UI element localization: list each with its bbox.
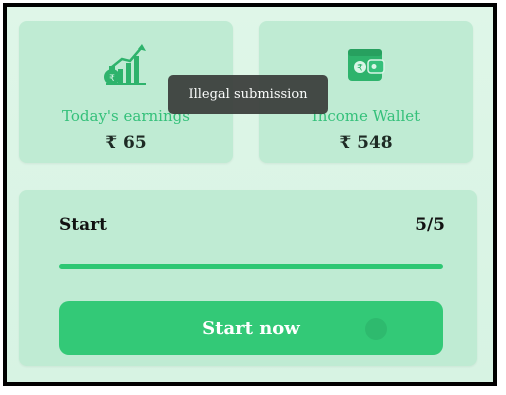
- start-now-button[interactable]: Start now: [59, 301, 443, 355]
- ripple-dot: [365, 318, 387, 340]
- task-progress-bar: [59, 264, 443, 269]
- task-progress-fill: [59, 264, 443, 269]
- screenshot-frame: ₹ Today's earnings ₹ 65 ₹ Income Wallet …: [3, 3, 497, 386]
- earnings-value: ₹ 65: [105, 133, 147, 153]
- task-card: Start 5/5 Start now: [19, 190, 477, 366]
- task-count: 5/5: [415, 215, 445, 235]
- money-growth-icon: ₹: [102, 41, 150, 89]
- wallet-value: ₹ 548: [339, 133, 393, 153]
- start-now-label: Start now: [202, 318, 300, 339]
- svg-text:₹: ₹: [109, 74, 115, 84]
- task-title: Start: [59, 215, 107, 235]
- svg-text:₹: ₹: [357, 64, 363, 74]
- error-toast: Illegal submission: [168, 75, 328, 114]
- wallet-icon: ₹: [342, 41, 390, 89]
